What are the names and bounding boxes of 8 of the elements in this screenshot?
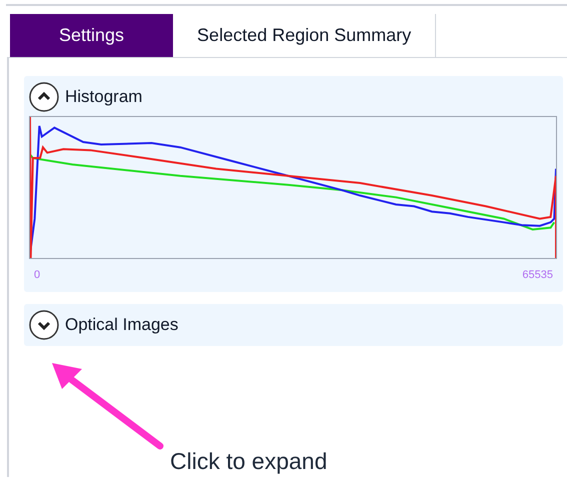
section-title: Histogram xyxy=(65,86,142,108)
tab[interactable]: Settings xyxy=(10,14,174,57)
section-title: Optical Images xyxy=(65,314,178,336)
axis-label: 0 xyxy=(34,268,40,283)
collapse-icon[interactable] xyxy=(29,82,59,112)
axis-label: 65535 xyxy=(522,268,553,283)
expand-icon[interactable] xyxy=(29,310,59,340)
annotation-text: Click to expand xyxy=(170,447,328,476)
